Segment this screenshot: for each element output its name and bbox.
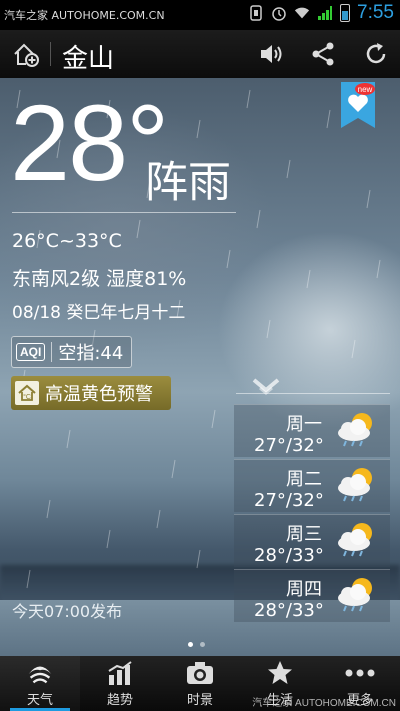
more-icon [345,659,375,687]
aqi-value: 空指:44 [58,343,124,364]
forecast-temp: 28°/33° [254,600,324,621]
nav-trend[interactable]: 趋势 [80,656,160,711]
trend-icon [105,659,135,687]
svg-text:°C: °C [23,393,31,401]
nav-label: 趋势 [106,693,133,708]
favorite-bookmark-icon[interactable]: new [341,82,375,128]
info-divider [12,212,236,213]
current-temperature: 28° [10,82,169,203]
forecast-temp: 27°/32° [254,490,324,511]
page-indicator [188,642,205,647]
nav-label: 天气 [26,693,53,708]
nav-weather[interactable]: 天气 [0,656,80,711]
share-icon[interactable] [307,38,339,70]
header-divider [50,42,51,66]
forecast-temp: 27°/32° [254,435,324,456]
wind-humidity: 东南风2级 湿度81% [12,268,187,290]
cloud-rain-sun-icon [338,578,372,612]
nav-scene[interactable]: 时景 [160,656,240,711]
forecast-day-4[interactable]: 周四 28°/33° [234,569,390,622]
weather-icon [25,659,55,687]
city-name[interactable]: 金山 [62,38,114,75]
cloud-rain-sun-icon [338,468,372,502]
cloud-rain-sun-icon [338,413,372,447]
app-header: 金山 [0,30,400,78]
forecast-temp: 28°/33° [254,545,324,566]
forecast-day-3[interactable]: 周三 28°/33° [234,514,390,567]
cloud-rain-sun-icon [338,523,372,557]
forecast-day-1[interactable]: 周一 27°/32° [234,404,390,457]
page-dot-active [188,642,193,647]
signal-icon [317,4,333,22]
warning-text: 高温黄色预警 [45,384,153,405]
page-dot [200,642,205,647]
collapse-forecast-icon[interactable] [252,378,280,402]
aqi-badge: AQI [16,343,46,361]
new-badge: new [358,85,373,94]
warning-house-icon: °C [15,381,39,405]
publish-time: 今天07:00发布 [12,602,123,621]
date-lunar: 08/18 癸巳年七月十二 [12,303,186,323]
bottom-watermark: 汽车之家 AUTOHOME.COM.CN [252,698,396,709]
refresh-icon[interactable] [360,38,392,70]
camera-icon [185,659,215,687]
battery-icon [340,4,351,22]
speaker-icon[interactable] [256,38,288,70]
alarm-icon [271,4,287,22]
status-time: 7:55 [357,2,394,23]
aqi-separator [51,342,53,362]
star-icon [265,659,295,687]
forecast-day-label: 周三 [286,524,322,545]
forecast-day-label: 周一 [286,414,322,435]
forecast-day-2[interactable]: 周二 27°/32° [234,459,390,512]
aqi-indicator[interactable]: AQI 空指:44 [11,336,133,368]
add-city-icon[interactable] [10,38,42,70]
temp-range: 26°C~33°C [12,230,122,252]
sim-icon [248,4,264,22]
status-bar: 汽车之家 AUTOHOME.COM.CN 7:55 [0,0,400,30]
forecast-list: 周一 27°/32° 周二 27°/32° 周三 28°/33° 周四 28°/… [234,404,390,624]
wifi-icon [294,4,310,22]
current-condition: 阵雨 [145,158,231,208]
forecast-day-label: 周二 [286,469,322,490]
heat-warning-button[interactable]: °C 高温黄色预警 [11,376,171,410]
status-watermark: 汽车之家 AUTOHOME.COM.CN [4,9,165,22]
nav-label: 时景 [186,693,213,708]
forecast-divider [236,393,390,394]
forecast-day-label: 周四 [286,579,322,600]
